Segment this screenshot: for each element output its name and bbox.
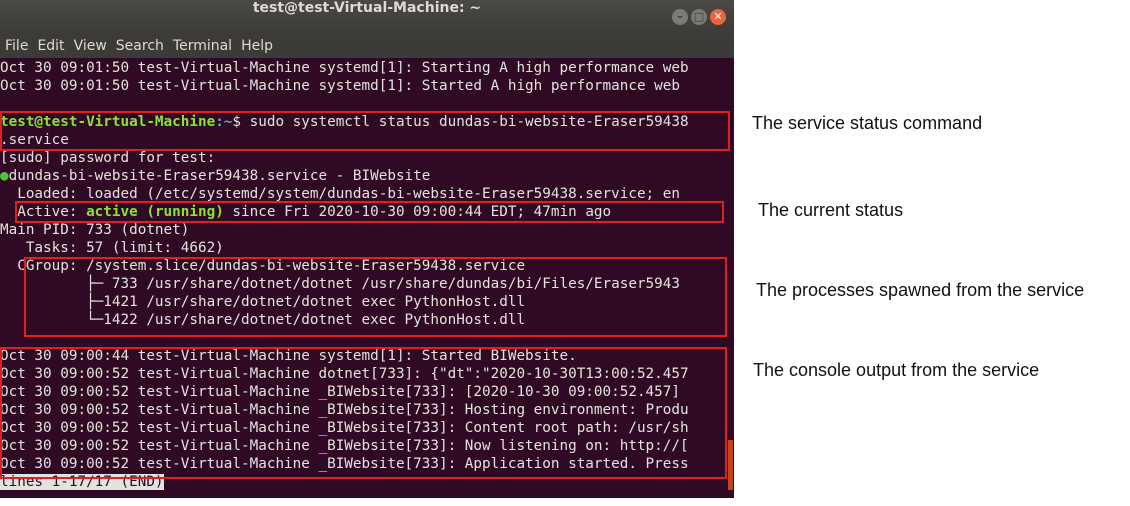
annotation-status: The current status (758, 200, 904, 220)
menu-file[interactable]: File (0, 38, 32, 54)
service-name: dundas-bi-website-Eraser59438.service - … (8, 168, 431, 184)
maximize-icon[interactable]: □ (691, 9, 707, 25)
annotation-processes: The processes spawned from the service (756, 280, 1085, 300)
status-dot-icon: ● (0, 168, 9, 184)
menu-terminal[interactable]: Terminal (168, 38, 236, 54)
menu-view[interactable]: View (69, 38, 111, 54)
log-line: Oct 30 09:01:50 test-Virtual-Machine sys… (0, 78, 680, 94)
menu-search[interactable]: Search (111, 38, 168, 54)
close-icon[interactable]: ✕ (710, 9, 726, 25)
status-highlight-box (15, 201, 724, 223)
window-title: test@test-Virtual-Machine: ~ (252, 0, 482, 16)
minimize-icon[interactable]: – (672, 9, 688, 25)
command-highlight-box (0, 111, 730, 151)
menu-help[interactable]: Help (236, 38, 277, 54)
window-controls: – □ ✕ (672, 9, 726, 25)
menu-edit[interactable]: Edit (32, 38, 68, 54)
annotation-command: The service status command (752, 113, 983, 133)
console-highlight-box (0, 347, 727, 479)
scrollbar[interactable] (728, 440, 733, 490)
tasks-line: Tasks: 57 (limit: 4662) (0, 240, 224, 256)
processes-highlight-box (24, 257, 727, 337)
menu-bar: File Edit View Search Terminal Help (0, 34, 734, 58)
title-bar[interactable]: test@test-Virtual-Machine: ~ – □ ✕ (0, 0, 734, 34)
sudo-prompt: [sudo] password for test: (0, 150, 216, 166)
main-pid-line: Main PID: 733 (dotnet) (0, 222, 190, 238)
annotation-console: The console output from the service (753, 360, 1040, 380)
log-line: Oct 30 09:01:50 test-Virtual-Machine sys… (0, 60, 689, 76)
service-header: ●dundas-bi-website-Eraser59438.service -… (0, 168, 430, 186)
